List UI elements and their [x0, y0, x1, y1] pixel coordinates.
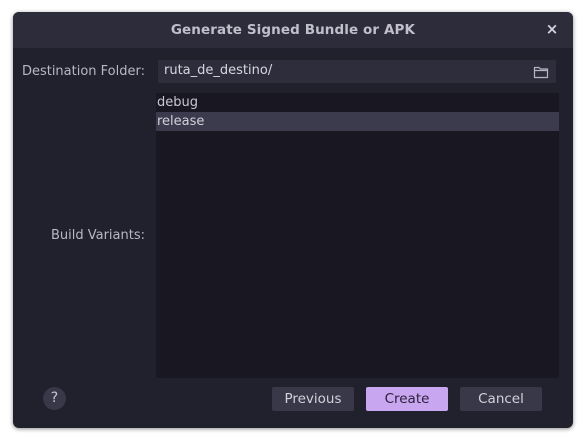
destination-folder-label: Destination Folder: — [21, 64, 145, 79]
dialog-titlebar: Generate Signed Bundle or APK × — [13, 12, 573, 48]
destination-folder-value: ruta_de_destino/ — [164, 63, 273, 78]
list-item-release[interactable]: release — [156, 112, 559, 131]
build-variants-list[interactable]: debug release — [156, 93, 559, 378]
build-variants-label: Build Variants: — [50, 228, 145, 243]
list-item-label: release — [157, 114, 205, 129]
destination-folder-field[interactable]: ruta_de_destino/ — [158, 60, 556, 83]
cancel-button[interactable]: Cancel — [460, 387, 542, 411]
generate-signed-bundle-dialog: Generate Signed Bundle or APK × Destinat… — [13, 12, 573, 428]
list-item-debug[interactable]: debug — [156, 93, 559, 112]
dialog-title: Generate Signed Bundle or APK — [170, 22, 416, 38]
list-item-label: debug — [157, 95, 198, 110]
previous-button[interactable]: Previous — [272, 387, 354, 411]
folder-icon[interactable] — [533, 64, 549, 79]
help-button[interactable]: ? — [43, 387, 66, 410]
close-icon[interactable]: × — [544, 19, 560, 39]
create-button[interactable]: Create — [366, 387, 448, 411]
